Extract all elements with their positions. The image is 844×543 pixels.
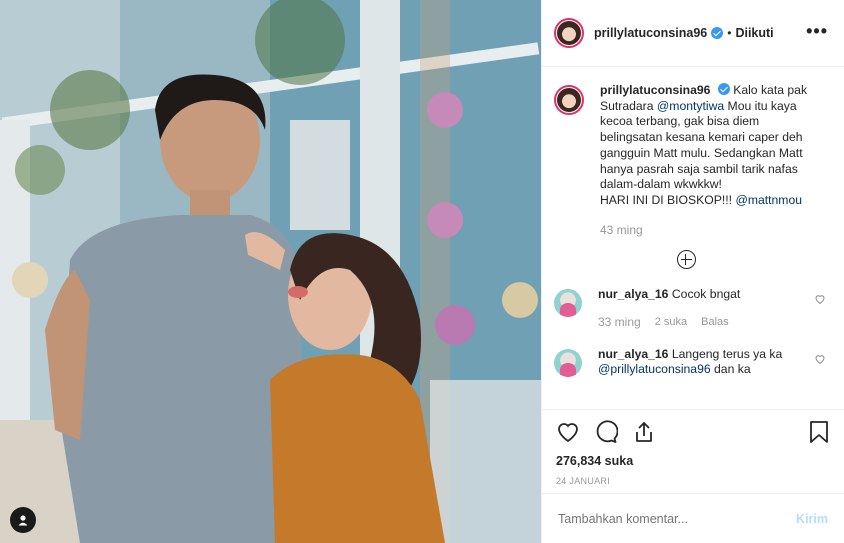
post-photo[interactable] — [0, 0, 541, 543]
verified-icon — [711, 27, 724, 39]
caption-avatar[interactable] — [554, 85, 584, 115]
post-photo-illustration — [0, 0, 541, 543]
comment-username[interactable]: nur_alya_16 — [598, 347, 668, 361]
caption-body: prillylatuconsina96 Kalo kata pak Sutrad… — [600, 83, 810, 238]
post-side-panel: prillylatuconsina96 • Diikuti ••• prilly… — [541, 0, 844, 543]
comment-text: dan ka — [710, 362, 751, 377]
mention-link[interactable]: @mattnmou — [735, 193, 802, 207]
post-date[interactable]: 24 JANUARI — [556, 476, 830, 486]
load-more-icon[interactable] — [676, 250, 696, 270]
comment-text: Langeng terus ya ka — [671, 346, 783, 361]
reply-button[interactable]: Balas — [701, 315, 729, 331]
like-count[interactable]: 276,834 suka — [556, 454, 830, 468]
comment-avatar[interactable] — [554, 348, 582, 377]
follow-status-button[interactable]: Diikuti — [735, 26, 773, 40]
comment-likes[interactable]: 2 suka — [655, 315, 687, 331]
comments-list[interactable]: prillylatuconsina96 Kalo kata pak Sutrad… — [542, 67, 844, 409]
comment-item: nur_alya_16 Cocok bngat 33 ming 2 suka B… — [554, 287, 830, 330]
comment-body: nur_alya_16 Cocok bngat 33 ming 2 suka B… — [598, 287, 798, 330]
user-tag-icon[interactable] — [10, 507, 36, 533]
post-comment-button[interactable]: Kirim — [796, 512, 828, 526]
action-icons — [556, 410, 830, 454]
bookmark-icon[interactable] — [808, 420, 830, 444]
comment-avatar[interactable] — [554, 289, 582, 318]
comment-input[interactable] — [558, 511, 797, 526]
load-more-button[interactable] — [542, 250, 830, 270]
comment-body: nur_alya_16 Langeng terus ya ka @prillyl… — [598, 347, 798, 378]
share-icon[interactable] — [632, 420, 656, 444]
comment-like-heart-icon[interactable] — [814, 353, 826, 365]
action-bar: 276,834 suka 24 JANUARI — [542, 409, 844, 493]
comment-meta: 33 ming 2 suka Balas — [598, 315, 798, 331]
post-header: prillylatuconsina96 • Diikuti ••• — [542, 0, 844, 67]
comment-text: Cocok bngat — [671, 287, 741, 302]
comment-like-heart-icon[interactable] — [814, 293, 826, 305]
avatar[interactable] — [554, 18, 584, 48]
add-comment-bar: Kirim — [542, 493, 844, 543]
separator-dot: • — [727, 26, 732, 40]
header-username[interactable]: prillylatuconsina96 — [594, 26, 707, 40]
caption: prillylatuconsina96 Kalo kata pak Sutrad… — [554, 83, 830, 238]
more-options-icon[interactable]: ••• — [806, 22, 828, 40]
caption-username[interactable]: prillylatuconsina96 — [600, 83, 710, 97]
comment-time[interactable]: 33 ming — [598, 315, 641, 331]
comment-icon[interactable] — [594, 420, 618, 444]
caption-time[interactable]: 43 ming — [600, 223, 810, 239]
caption-text: HARI INI DI BIOSKOP!!! — [600, 192, 736, 207]
comment-item: nur_alya_16 Langeng terus ya ka @prillyl… — [554, 347, 830, 378]
verified-icon — [717, 83, 730, 95]
comment-username[interactable]: nur_alya_16 — [598, 287, 668, 301]
instagram-post-view: prillylatuconsina96 • Diikuti ••• prilly… — [0, 0, 844, 543]
mention-link[interactable]: @prillylatuconsina96 — [598, 362, 711, 376]
heart-icon[interactable] — [556, 420, 580, 444]
mention-link[interactable]: @montytiwa — [657, 99, 724, 113]
